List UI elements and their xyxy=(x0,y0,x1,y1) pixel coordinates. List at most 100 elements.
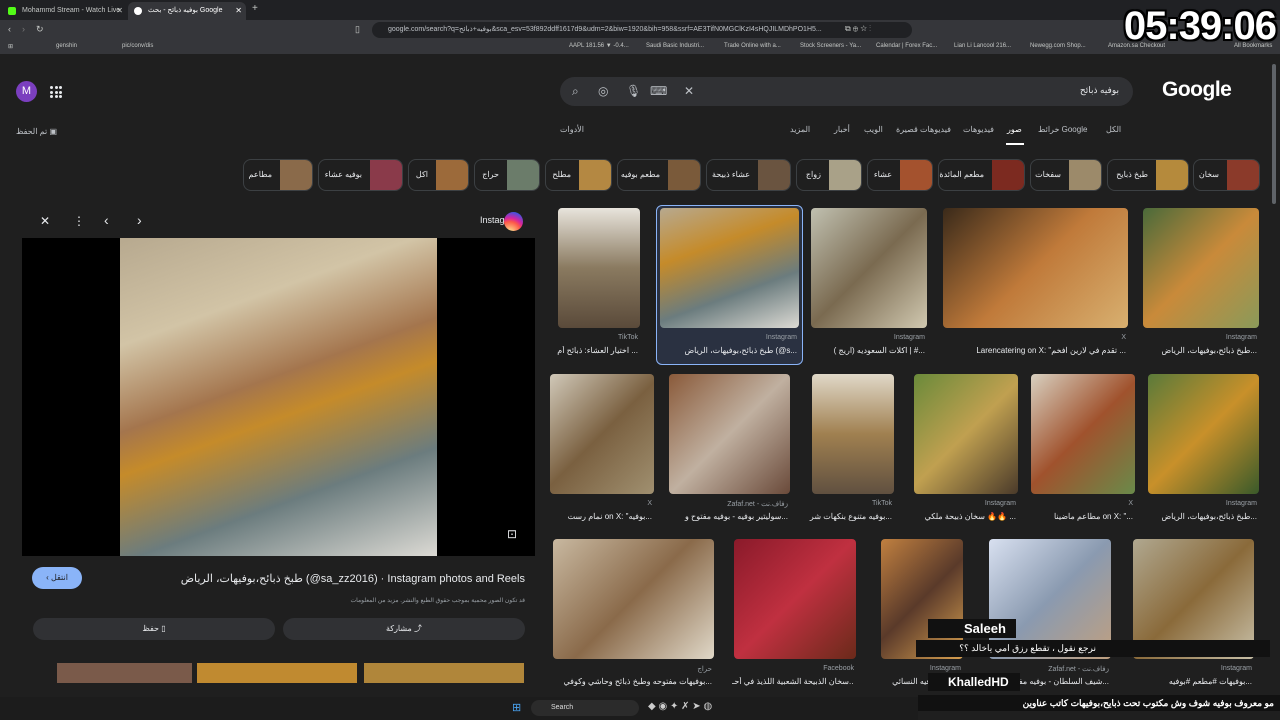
save-button[interactable]: حفظ ▯ xyxy=(33,618,275,640)
chip[interactable]: طبخ ذبايح xyxy=(1107,159,1189,191)
bookmark-item[interactable]: AAPL 181.56 ▼ -0.4... xyxy=(569,43,629,49)
tab-videos[interactable]: فيديوهات xyxy=(963,125,994,134)
chip[interactable]: حراج xyxy=(474,159,540,191)
tab-maps[interactable]: خرائط Google xyxy=(1038,125,1087,134)
result-card[interactable]: TikTok بوفيه متنوع بنكهات شر... xyxy=(810,374,894,526)
close-icon[interactable]: ✕ xyxy=(40,214,50,228)
chip[interactable]: مطاعم xyxy=(243,159,313,191)
chip[interactable]: مطعم بوفيه xyxy=(617,159,701,191)
clear-icon[interactable]: ✕ xyxy=(684,84,694,98)
chip[interactable]: مطلح xyxy=(545,159,612,191)
chip-thumbnail xyxy=(758,160,790,190)
search-icon[interactable]: ⌕ xyxy=(572,84,579,99)
close-icon[interactable]: ✕ xyxy=(235,2,242,20)
chip-thumbnail xyxy=(992,160,1024,190)
taskbar-apps-icon[interactable]: ◆ ◉ ✦ ✗ ➤ ◍ xyxy=(648,701,712,712)
result-title: اكلات السعوديه (اريج ) | #... xyxy=(833,346,925,355)
bookmark-item[interactable]: pic/conv/dis xyxy=(122,43,153,49)
previous-icon[interactable]: ‹ xyxy=(104,212,109,228)
result-title: مطاعم ماضينا on X: "... xyxy=(1053,512,1133,521)
chip[interactable]: عشاء xyxy=(867,159,933,191)
tab-short-videos[interactable]: فيديوهات قصيرة xyxy=(896,125,951,134)
share-button[interactable]: مشاركة ⤴ xyxy=(283,618,525,640)
result-card[interactable]: Instagram طبخ ذبائح،بوفيهات، الرياض... xyxy=(1143,208,1259,360)
tab-more[interactable]: المزيد xyxy=(790,125,810,134)
result-card[interactable]: X Larencatering on X: "تقدم في لارين افخ… xyxy=(943,208,1128,360)
result-card[interactable]: Instagram اكلات السعوديه (اريج ) | #... xyxy=(811,208,927,360)
lens-search-icon[interactable]: ⊡ xyxy=(507,527,517,541)
bookmark-icon[interactable]: ▯ xyxy=(355,24,360,35)
lens-icon[interactable]: ◎ xyxy=(598,84,608,98)
result-thumbnail xyxy=(669,374,790,494)
google-logo[interactable]: Google xyxy=(1162,78,1232,102)
result-thumbnail xyxy=(812,374,894,494)
result-card[interactable]: Instagram أو البوفيه النسائي: ... xyxy=(881,539,963,687)
preview-caption[interactable]: طبخ ذبائح،بوفيهات، الرياض (@sa_zz2016) ·… xyxy=(181,572,525,585)
visit-button[interactable]: ‹ انتقل xyxy=(32,567,82,589)
chip[interactable]: سخان xyxy=(1193,159,1260,191)
mic-icon[interactable]: 🎙 xyxy=(626,84,641,98)
result-card[interactable]: TikTok اختيار العشاء: ذبائح أم ... xyxy=(557,208,640,360)
translate-icon[interactable]: ⧉ ⊕ ☆ ⋮ xyxy=(845,24,871,34)
result-card[interactable]: Zafaf.net - زفاف.نت شيف السلطان - بوفيه … xyxy=(989,539,1111,687)
result-card[interactable]: Facebook سخان الذبيحة الشعبية اللذيذ في … xyxy=(732,539,856,687)
bookmark-item[interactable]: Lian Li Lancool 216... xyxy=(954,43,1011,49)
chip[interactable]: زواج xyxy=(796,159,862,191)
result-card[interactable]: Instagram بوفيهات #مطعم #بوفيه... xyxy=(1133,539,1254,687)
chip[interactable]: اكل xyxy=(408,159,469,191)
bookmark-item[interactable]: Calendar | Forex Fac... xyxy=(876,43,937,49)
windows-taskbar xyxy=(0,697,918,720)
tab-web[interactable]: الويب xyxy=(864,125,883,134)
taskbar-search[interactable]: Search xyxy=(531,700,639,716)
chip-thumbnail xyxy=(280,160,312,190)
tab-title: بوفيه ذبائح - بحث Google xyxy=(148,7,223,14)
saved-link[interactable]: تم الحفظ ▣ xyxy=(16,127,57,136)
result-card[interactable]: Instagram سخان ذبيحة ملكي 🔥🔥 ... xyxy=(914,374,1018,526)
result-card[interactable]: Instagram طبخ ذبائح،بوفيهات، الرياض... xyxy=(1148,374,1259,526)
preview-image[interactable] xyxy=(120,238,437,556)
tab-stream[interactable]: Mohammd Stream - Watch Live ✕ xyxy=(2,2,127,20)
keyboard-icon[interactable]: ⌨ xyxy=(650,84,667,98)
result-thumbnail xyxy=(558,208,640,328)
chip[interactable]: مطعم المائدة xyxy=(938,159,1025,191)
tab-google[interactable]: بوفيه ذبائح - بحث Google ✕ xyxy=(128,2,246,20)
bookmark-item[interactable]: Stock Screeners - Ya... xyxy=(800,43,861,49)
result-card[interactable]: Instagram طبخ ذبائح،بوفيهات، الرياض (@s.… xyxy=(660,208,799,360)
tools-button[interactable]: الأدوات xyxy=(560,125,584,134)
avatar[interactable]: M xyxy=(16,81,37,102)
reload-icon[interactable]: ↻ xyxy=(36,24,44,35)
search-input[interactable]: ⌕ ◎ 🎙 ⌨ ✕ بوفيه ذبائح xyxy=(560,77,1133,106)
address-bar[interactable]: google.com/search?q=بوفيه+ذبائح&sca_esv=… xyxy=(372,22,912,38)
chip[interactable]: بوفيه عشاء xyxy=(318,159,403,191)
page-scrollbar[interactable] xyxy=(1272,64,1276,204)
tab-all[interactable]: الكل xyxy=(1106,125,1121,134)
forward-icon[interactable]: › xyxy=(22,24,25,34)
related-thumbnail[interactable] xyxy=(197,663,357,683)
chip-thumbnail xyxy=(900,160,932,190)
chip[interactable]: عشاء ذبيحة xyxy=(706,159,791,191)
related-thumbnail[interactable] xyxy=(57,663,192,683)
tab-news[interactable]: أخبار xyxy=(834,125,850,134)
result-card[interactable]: حراج بوفيهات مفتوحه وطبخ ذبائح وحاشي وكو… xyxy=(553,539,714,687)
chip[interactable]: سفخات xyxy=(1030,159,1102,191)
bookmark-item[interactable]: Saudi Basic Industri... xyxy=(646,43,704,49)
result-card[interactable]: Zafaf.net - زفاف.نت سوليتير بوفيه - بوفي… xyxy=(669,374,790,526)
apps-grid-icon[interactable]: ⊞ xyxy=(8,43,13,50)
result-card[interactable]: X مطاعم ماضينا on X: "... xyxy=(1031,374,1135,526)
next-icon[interactable]: › xyxy=(137,212,142,228)
bookmark-item[interactable]: Trade Online with a... xyxy=(724,43,781,49)
result-card[interactable]: X نمام رست on X: "بوفيه... xyxy=(550,374,654,526)
related-thumbnail[interactable] xyxy=(364,663,524,683)
bookmark-item[interactable]: Newegg.com Shop... xyxy=(1030,43,1086,49)
bookmark-item[interactable]: genshin xyxy=(56,43,77,49)
google-apps-icon[interactable] xyxy=(50,86,62,98)
windows-start-icon[interactable]: ⊞ xyxy=(512,701,521,714)
url-text: google.com/search?q=بوفيه+ذبائح&sca_esv=… xyxy=(388,26,822,33)
chip-thumbnail xyxy=(436,160,468,190)
back-icon[interactable]: ‹ xyxy=(8,24,11,34)
result-thumbnail xyxy=(1031,374,1135,494)
more-options-icon[interactable]: ⋮ xyxy=(73,214,85,228)
close-icon[interactable]: ✕ xyxy=(116,2,123,20)
new-tab-button[interactable]: + xyxy=(252,3,258,14)
tab-images[interactable]: صور xyxy=(1007,125,1022,134)
